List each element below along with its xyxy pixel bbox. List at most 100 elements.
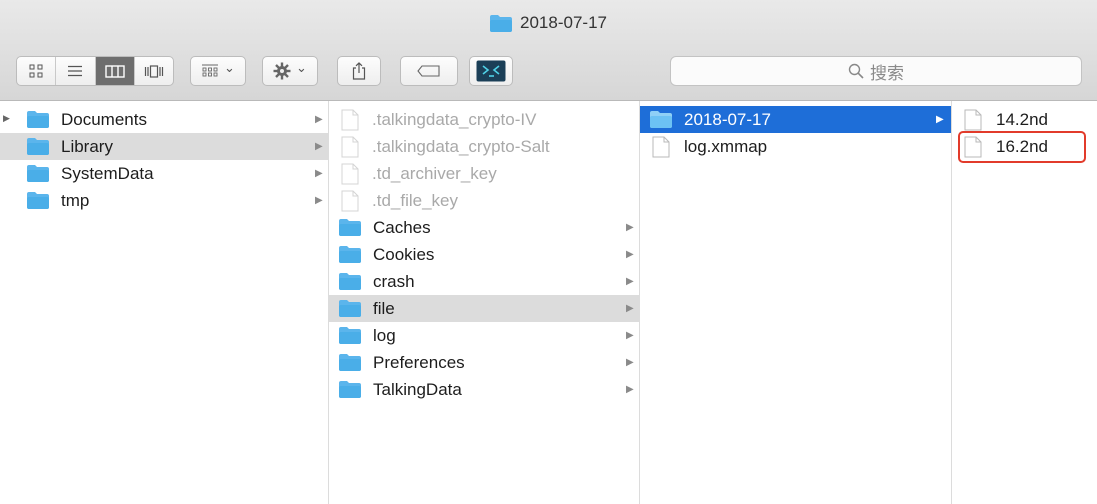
item-label: file [373,298,395,318]
file-icon [341,190,359,211]
file-icon [964,109,982,130]
file-icon [341,136,359,157]
finder-window: 2018-07-17 ⌄ ⌄ 搜索 ▶ Documents ▶ Library … [0,0,1097,504]
list-item[interactable]: 2018-07-17 ▶ [640,106,951,133]
list-view-icon [68,65,83,77]
list-item[interactable]: Preferences ▶ [329,349,639,376]
item-label: Documents [61,109,147,129]
list-item[interactable]: Library ▶ [0,133,328,160]
terminal-icon [476,60,506,82]
folder-icon [27,138,49,155]
disclosure-arrow-icon: ▶ [626,330,634,341]
search-icon [848,63,864,79]
column-4[interactable]: 14.2nd 16.2nd [952,101,1097,504]
file-icon [652,136,670,157]
terminal-button[interactable] [469,56,513,86]
folder-icon [339,300,361,317]
list-item[interactable]: tmp ▶ [0,187,328,214]
disclosure-arrow-icon: ▶ [315,195,323,206]
disclosure-arrow-icon: ▶ [315,114,323,125]
column-3[interactable]: 2018-07-17 ▶ log.xmmap [640,101,952,504]
icon-view-button[interactable] [17,57,57,85]
list-item[interactable]: log.xmmap [640,133,951,160]
item-label: Caches [373,217,431,237]
column-1[interactable]: Documents ▶ Library ▶ SystemData ▶ tmp ▶ [0,101,329,504]
column-view-icon [104,64,125,78]
window-chrome: 2018-07-17 ⌄ ⌄ 搜索 [0,0,1097,101]
arrange-button[interactable]: ⌄ [190,56,246,86]
folder-icon [339,327,361,344]
item-label: .talkingdata_crypto-IV [372,109,537,129]
folder-icon [27,165,49,182]
item-label: .talkingdata_crypto-Salt [372,136,550,156]
disclosure-arrow-icon: ▶ [626,249,634,260]
list-item[interactable]: .td_file_key [329,187,639,214]
list-item[interactable]: crash ▶ [329,268,639,295]
highlight-box [958,131,1086,163]
item-label: .td_archiver_key [372,163,497,183]
disclosure-arrow-icon: ▶ [626,357,634,368]
search-placeholder: 搜索 [870,63,904,83]
tag-button[interactable] [400,56,458,86]
toolbar: ⌄ ⌄ 搜索 [0,52,1097,92]
disclosure-arrow-icon: ▶ [315,168,323,179]
disclosure-arrow-icon: ▶ [626,222,634,233]
folder-icon [339,219,361,236]
list-item[interactable]: Caches ▶ [329,214,639,241]
gear-icon [273,62,291,80]
share-button[interactable] [337,56,381,86]
column-view-button[interactable] [95,57,135,85]
item-label: log.xmmap [684,136,768,156]
disclosure-arrow-icon: ▶ [626,384,634,395]
column-2[interactable]: .talkingdata_crypto-IV .talkingdata_cryp… [329,101,640,504]
share-icon [352,62,366,80]
item-label: TalkingData [373,379,462,399]
item-label: crash [373,271,415,291]
item-label: tmp [61,190,90,210]
folder-icon [339,354,361,371]
item-label: 2018-07-17 [684,109,771,129]
tag-icon [417,65,440,77]
item-label: log [373,325,396,345]
disclosure-arrow-icon: ▶ [626,303,634,314]
list-view-button[interactable] [56,57,96,85]
list-item[interactable]: log ▶ [329,322,639,349]
list-item[interactable]: .talkingdata_crypto-IV [329,106,639,133]
cover-flow-icon [144,64,163,78]
list-item[interactable]: .td_archiver_key [329,160,639,187]
item-label: 14.2nd [996,109,1048,129]
file-icon [341,163,359,184]
titlebar: 2018-07-17 [0,0,1097,46]
list-item[interactable]: .talkingdata_crypto-Salt [329,133,639,160]
folder-icon [490,14,513,32]
item-label: .td_file_key [372,190,458,210]
cover-flow-view-button[interactable] [135,57,173,85]
item-label: Preferences [373,352,465,372]
disclosure-arrow-icon: ▶ [315,141,323,152]
chevron-down-icon: ⌄ [224,60,235,75]
item-label: Cookies [373,244,435,264]
list-item[interactable]: TalkingData ▶ [329,376,639,403]
list-item[interactable]: Documents ▶ [0,106,328,133]
chevron-down-icon: ⌄ [296,60,307,75]
list-item[interactable]: SystemData ▶ [0,160,328,187]
list-item[interactable]: 14.2nd [952,106,1097,133]
item-label: Library [61,136,113,156]
disclosure-arrow-icon: ▶ [626,276,634,287]
folder-icon [339,246,361,263]
folder-icon [27,192,49,209]
folder-icon [339,273,361,290]
window-title: 2018-07-17 [520,13,607,32]
folder-icon [339,381,361,398]
list-item[interactable]: Cookies ▶ [329,241,639,268]
file-icon [341,109,359,130]
folder-icon [650,111,672,128]
list-item[interactable]: file ▶ [329,295,639,322]
disclosure-arrow-icon: ▶ [936,114,944,125]
icon-view-icon [29,64,43,78]
action-button[interactable]: ⌄ [262,56,318,86]
column-browser: ▶ Documents ▶ Library ▶ SystemData ▶ tmp [0,101,1097,504]
item-label: SystemData [61,163,154,183]
arrange-grid-icon [202,64,219,77]
search-field[interactable]: 搜索 [670,56,1082,86]
